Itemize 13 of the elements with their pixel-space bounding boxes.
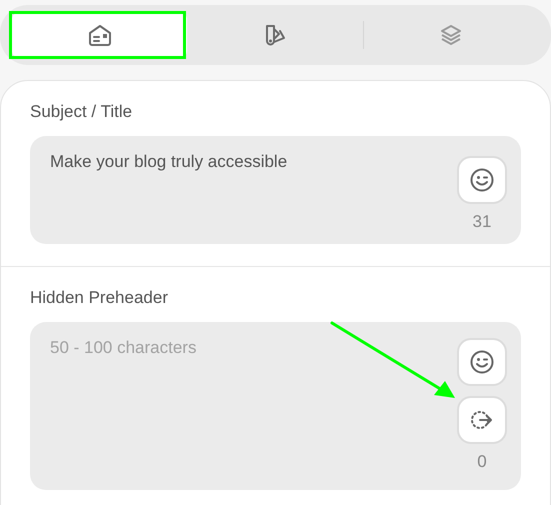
character-count: 31 [472, 212, 492, 232]
tool-button[interactable] [457, 338, 507, 386]
tool-button[interactable] [457, 156, 507, 204]
character-count: 0 [477, 452, 487, 472]
text-area[interactable]: Make your blog truly accessible 31 [30, 136, 521, 244]
wink-emoji-icon [469, 167, 495, 193]
placeholder-text: 50 - 100 characters [50, 338, 196, 357]
tool-button[interactable] [457, 396, 507, 444]
envelope-icon [86, 22, 113, 48]
field-label: Hidden Preheader [30, 287, 169, 309]
text-value: Make your blog truly accessible [50, 152, 288, 171]
field-label: Subject / Title [30, 101, 134, 123]
wink-emoji-icon [469, 349, 495, 375]
